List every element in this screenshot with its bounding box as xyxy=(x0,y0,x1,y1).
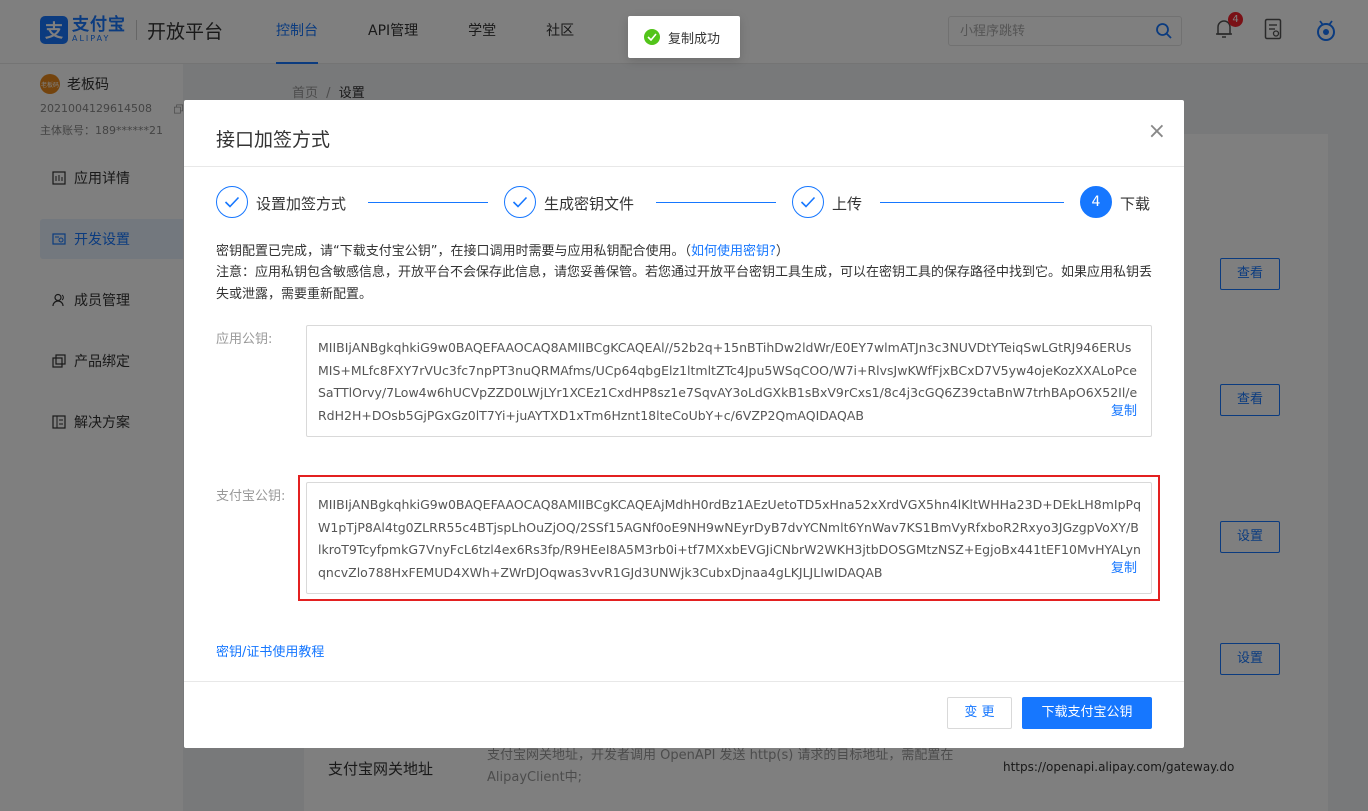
step-1-check-icon xyxy=(216,186,248,218)
sign-method-modal: 接口加签方式 × 设置加签方式 生成密钥文件 上传 4 下载 密钥配置已完成，请… xyxy=(184,100,1184,748)
step-1-label: 设置加签方式 xyxy=(256,195,347,213)
step-connector xyxy=(368,202,488,203)
copy-app-key-button[interactable]: 复制 xyxy=(1111,401,1137,424)
alipay-key-text: MIIBIjANBgkqhkiG9w0BAQEFAAOCAQ8AMIIBCgKC… xyxy=(318,497,1142,581)
close-icon[interactable]: × xyxy=(1148,119,1166,144)
key-tutorial-link[interactable]: 密钥/证书使用教程 xyxy=(216,641,324,660)
divider xyxy=(184,681,1184,682)
info-line-2: 注意：应用私钥包含敏感信息，开放平台不会保存此信息，请您妥善保管。若您通过开放平… xyxy=(216,265,1153,302)
modal-title: 接口加签方式 xyxy=(216,129,331,151)
alipay-key-label: 支付宝公钥: xyxy=(216,489,286,504)
step-4-label: 下载 xyxy=(1120,195,1151,213)
copy-alipay-key-button[interactable]: 复制 xyxy=(1111,558,1137,581)
app-key-box: MIIBIjANBgkqhkiG9w0BAQEFAAOCAQ8AMIIBCgKC… xyxy=(306,325,1152,437)
check-circle-icon xyxy=(644,29,660,45)
download-alipay-key-button[interactable]: 下载支付宝公钥 xyxy=(1022,697,1152,729)
step-3-check-icon xyxy=(792,186,824,218)
step-connector xyxy=(656,202,776,203)
step-4-number: 4 xyxy=(1080,186,1112,218)
toast-text: 复制成功 xyxy=(668,31,721,47)
change-button[interactable]: 变 更 xyxy=(947,697,1012,729)
alipay-key-box: MIIBIjANBgkqhkiG9w0BAQEFAAOCAQ8AMIIBCgKC… xyxy=(306,482,1152,594)
app-key-label: 应用公钥: xyxy=(216,332,273,347)
step-connector xyxy=(880,202,1064,203)
info-line-1: 密钥配置已完成，请“下载支付宝公钥”，在接口调用时需要与应用私钥配合使用。（如何… xyxy=(216,244,789,259)
divider xyxy=(184,166,1184,167)
how-to-use-key-link[interactable]: 如何使用密钥? xyxy=(691,244,776,259)
step-3-label: 上传 xyxy=(832,195,863,213)
app-key-text: MIIBIjANBgkqhkiG9w0BAQEFAAOCAQ8AMIIBCgKC… xyxy=(318,340,1138,424)
step-2-label: 生成密钥文件 xyxy=(544,195,635,213)
steps: 设置加签方式 生成密钥文件 上传 4 下载 xyxy=(216,186,1152,218)
success-toast: 复制成功 xyxy=(628,16,740,58)
step-2-check-icon xyxy=(504,186,536,218)
